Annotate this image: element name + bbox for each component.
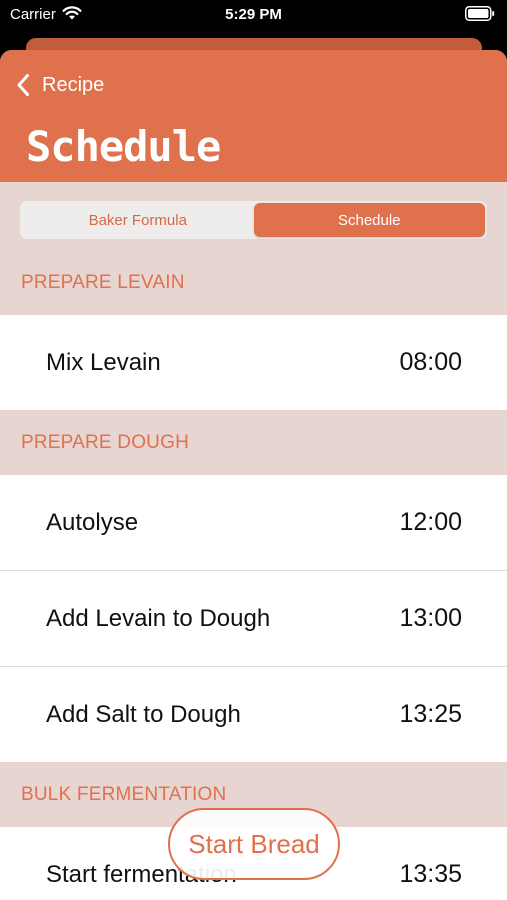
segment-baker-formula[interactable]: Baker Formula [22,203,254,237]
schedule-item-time: 13:00 [399,604,462,632]
section-header-bulk-fermentation: BULK FERMENTATION [21,784,227,805]
schedule-row-add-levain[interactable]: Add Levain to Dough 13:00 [0,571,507,666]
section-header-prepare-levain: PREPARE LEVAIN [21,272,185,293]
status-bar: Carrier 5:29 PM [0,0,507,30]
schedule-row-mix-levain[interactable]: Mix Levain 08:00 [0,315,507,410]
navigation-header: Recipe Schedule [0,50,507,182]
battery-icon [465,6,495,21]
section-header-prepare-dough: PREPARE DOUGH [21,432,189,453]
schedule-item-time: 08:00 [399,348,462,376]
schedule-item-time: 13:25 [399,700,462,728]
schedule-item-title: Autolyse [46,509,139,536]
start-bread-button[interactable]: Start Bread [168,808,340,880]
clock: 5:29 PM [225,6,282,23]
back-button-label: Recipe [42,73,105,96]
schedule-row-autolyse[interactable]: Autolyse 12:00 [0,475,507,570]
back-button[interactable]: Recipe [16,70,104,100]
schedule-item-title: Add Levain to Dough [46,605,271,632]
schedule-item-title: Add Salt to Dough [46,701,241,728]
view-segmented-control: Baker Formula Schedule [20,201,487,239]
schedule-sheet: Recipe Schedule Baker Formula Schedule P… [0,50,507,900]
page-title: Schedule [26,122,221,171]
segment-schedule[interactable]: Schedule [253,203,485,237]
schedule-item-time: 12:00 [399,508,462,536]
schedule-item-title: Mix Levain [46,349,161,376]
schedule-item-time: 13:35 [399,860,462,888]
schedule-row-add-salt[interactable]: Add Salt to Dough 13:25 [0,667,507,762]
chevron-left-icon [17,74,29,96]
